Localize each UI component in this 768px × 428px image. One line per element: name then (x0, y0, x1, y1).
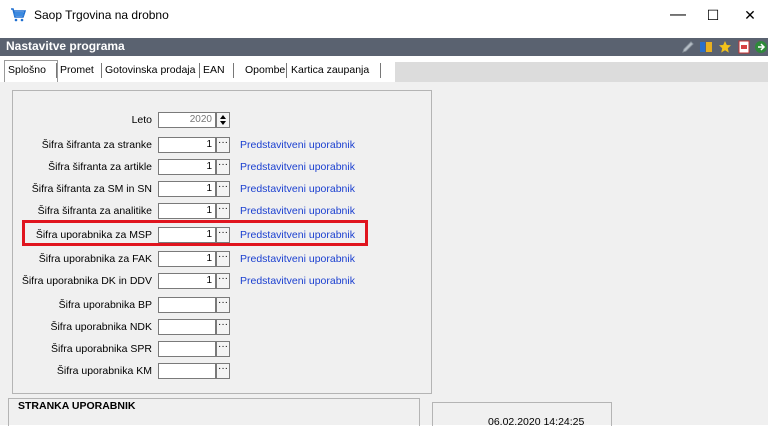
highlight-box (22, 220, 368, 246)
sifra-artikle-label: Šifra šifranta za artikle (48, 161, 152, 173)
sifra-km-input[interactable] (158, 363, 216, 379)
sifra-analitike-link[interactable]: Predstavitveni uporabnik (240, 205, 355, 217)
sifra-dk-ddv-browse-button[interactable]: ··· (216, 273, 230, 289)
leto-label: Leto (131, 114, 152, 126)
tab-divider (101, 63, 102, 78)
sifra-artikle-link[interactable]: Predstavitveni uporabnik (240, 161, 355, 173)
minimize-button[interactable]: — (666, 4, 690, 26)
sifra-stranke-browse-button[interactable]: ··· (216, 137, 230, 153)
sifra-spr-label: Šifra uporabnika SPR (51, 343, 152, 355)
sifra-sm-sn-label: Šifra šifranta za SM in SN (31, 183, 152, 195)
sifra-sm-sn-link[interactable]: Predstavitveni uporabnik (240, 183, 355, 195)
sifra-sm-sn-input[interactable]: 1 (158, 181, 216, 197)
sifra-km-label: Šifra uporabnika KM (56, 365, 152, 377)
sifra-spr-browse-button[interactable]: ··· (216, 341, 230, 357)
sifra-artikle-browse-button[interactable]: ··· (216, 159, 230, 175)
stranka-uporabnik-title: STRANKA UPORABNIK (18, 400, 136, 412)
sifra-stranke-input[interactable]: 1 (158, 137, 216, 153)
sifra-analitike-input[interactable]: 1 (158, 203, 216, 219)
tab-divider (380, 63, 381, 78)
tab-ean[interactable]: EAN (203, 64, 225, 76)
tab-promet[interactable]: Promet (60, 64, 94, 76)
document-icon[interactable] (737, 40, 751, 54)
tab-bar-empty-area (395, 62, 768, 82)
sifra-dk-ddv-input[interactable]: 1 (158, 273, 216, 289)
sifra-analitike-browse-button[interactable]: ··· (216, 203, 230, 219)
star-icon[interactable] (718, 40, 732, 54)
sifra-ndk-input[interactable] (158, 319, 216, 335)
spin-up-icon[interactable] (220, 115, 226, 119)
pencil-icon[interactable] (681, 40, 695, 54)
sifra-bp-label: Šifra uporabnika BP (58, 299, 152, 311)
sifra-sm-sn-browse-button[interactable]: ··· (216, 181, 230, 197)
leto-spinner[interactable] (216, 112, 230, 128)
sifra-dk-ddv-link[interactable]: Predstavitveni uporabnik (240, 275, 355, 287)
tab-kartica-zaupanja[interactable]: Kartica zaupanja (291, 64, 369, 76)
maximize-button[interactable]: ☐ (701, 4, 725, 26)
tab-divider (286, 63, 287, 78)
dialog-title: Nastavitve programa (6, 39, 125, 53)
sifra-stranke-link[interactable]: Predstavitveni uporabnik (240, 139, 355, 151)
exit-icon[interactable] (754, 40, 768, 54)
tab-divider (199, 63, 200, 78)
sifra-km-browse-button[interactable]: ··· (216, 363, 230, 379)
sifra-fak-input[interactable]: 1 (158, 251, 216, 267)
sifra-fak-label: Šifra uporabnika za FAK (38, 253, 152, 265)
sifra-stranke-label: Šifra šifranta za stranke (41, 139, 152, 151)
sifra-fak-link[interactable]: Predstavitveni uporabnik (240, 253, 355, 265)
sifra-fak-browse-button[interactable]: ··· (216, 251, 230, 267)
sifra-dk-ddv-label: Šifra uporabnika DK in DDV (21, 275, 152, 287)
sifra-spr-input[interactable] (158, 341, 216, 357)
cart-icon (11, 8, 26, 22)
tab-splosno[interactable]: Splošno (8, 64, 46, 76)
tab-opombe[interactable]: Opombe (245, 64, 285, 76)
sifra-ndk-browse-button[interactable]: ··· (216, 319, 230, 335)
sifra-bp-browse-button[interactable]: ··· (216, 297, 230, 313)
window-title: Saop Trgovina na drobno (34, 8, 169, 22)
tab-gotovinska-prodaja[interactable]: Gotovinska prodaja (105, 64, 195, 76)
columns-icon[interactable] (699, 40, 713, 54)
spin-down-icon[interactable] (220, 121, 226, 125)
sifra-bp-input[interactable] (158, 297, 216, 313)
sifra-artikle-input[interactable]: 1 (158, 159, 216, 175)
datetime-text: 06.02.2020 14:24:25 (488, 416, 585, 428)
sifra-ndk-label: Šifra uporabnika NDK (50, 321, 152, 333)
tab-divider (233, 63, 234, 78)
sifra-analitike-label: Šifra šifranta za analitike (37, 205, 152, 217)
tab-divider (56, 63, 57, 78)
leto-input[interactable]: 2020 (158, 112, 216, 128)
close-button[interactable]: ✕ (738, 4, 762, 26)
